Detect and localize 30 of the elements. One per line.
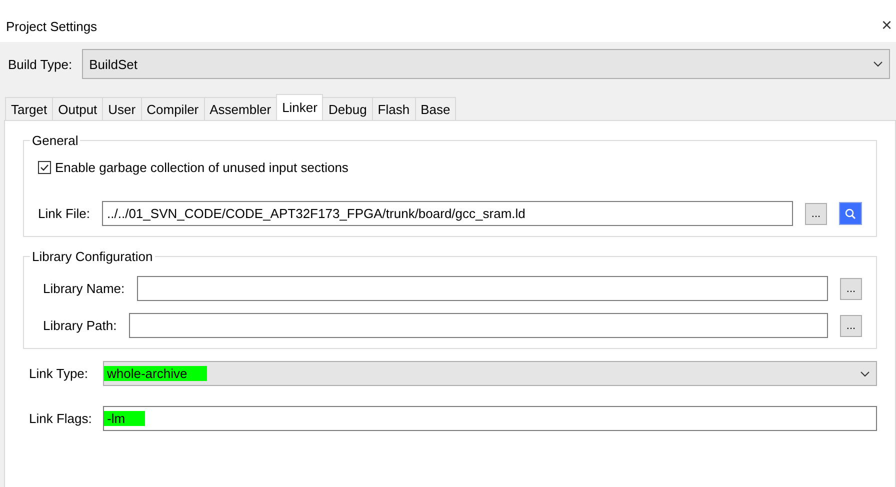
tab[interactable]: Base <box>414 97 456 120</box>
browse-button[interactable]: ... <box>840 314 862 336</box>
tab[interactable]: Target <box>5 97 54 120</box>
field-label: Library Path: <box>43 318 117 333</box>
caret-icon <box>860 370 870 376</box>
group-title: General <box>31 133 80 148</box>
link-file-field[interactable]: ../../01_SVN_CODE/CODE_APT32F173_FPGA/trunk/board/gcc_sram.ld <box>102 201 793 226</box>
tab[interactable]: Debug <box>322 97 373 120</box>
input-field[interactable] <box>128 313 828 338</box>
window-title: Project Settings <box>6 18 98 34</box>
group-title: Library Configuration <box>31 249 154 264</box>
field-label: Link Type: <box>29 366 90 381</box>
checkbox[interactable] <box>38 161 51 174</box>
field-label: Link File: <box>38 206 90 221</box>
field-label: Library Name: <box>43 281 125 296</box>
link-flags-field[interactable]: -lm <box>103 406 877 431</box>
checkbox-label: Enable garbage collection of unused input sections <box>55 160 348 175</box>
field-label: Link Flags: <box>29 411 93 426</box>
link-type-dropdown[interactable]: whole-archive <box>103 361 877 386</box>
search-icon[interactable] <box>839 202 862 225</box>
tab[interactable]: Linker <box>276 94 324 120</box>
tab[interactable]: Output <box>52 97 104 120</box>
close-button[interactable]: × <box>881 6 892 36</box>
browse-button[interactable]: ... <box>840 278 862 300</box>
input-field[interactable] <box>136 276 828 301</box>
browse-button[interactable]: ... <box>805 202 827 224</box>
tab[interactable]: Compiler <box>140 97 205 120</box>
build-type-label: Build Type: <box>8 56 72 72</box>
caret-icon <box>873 61 883 67</box>
build-type-dropdown[interactable]: BuildSet <box>82 49 890 79</box>
